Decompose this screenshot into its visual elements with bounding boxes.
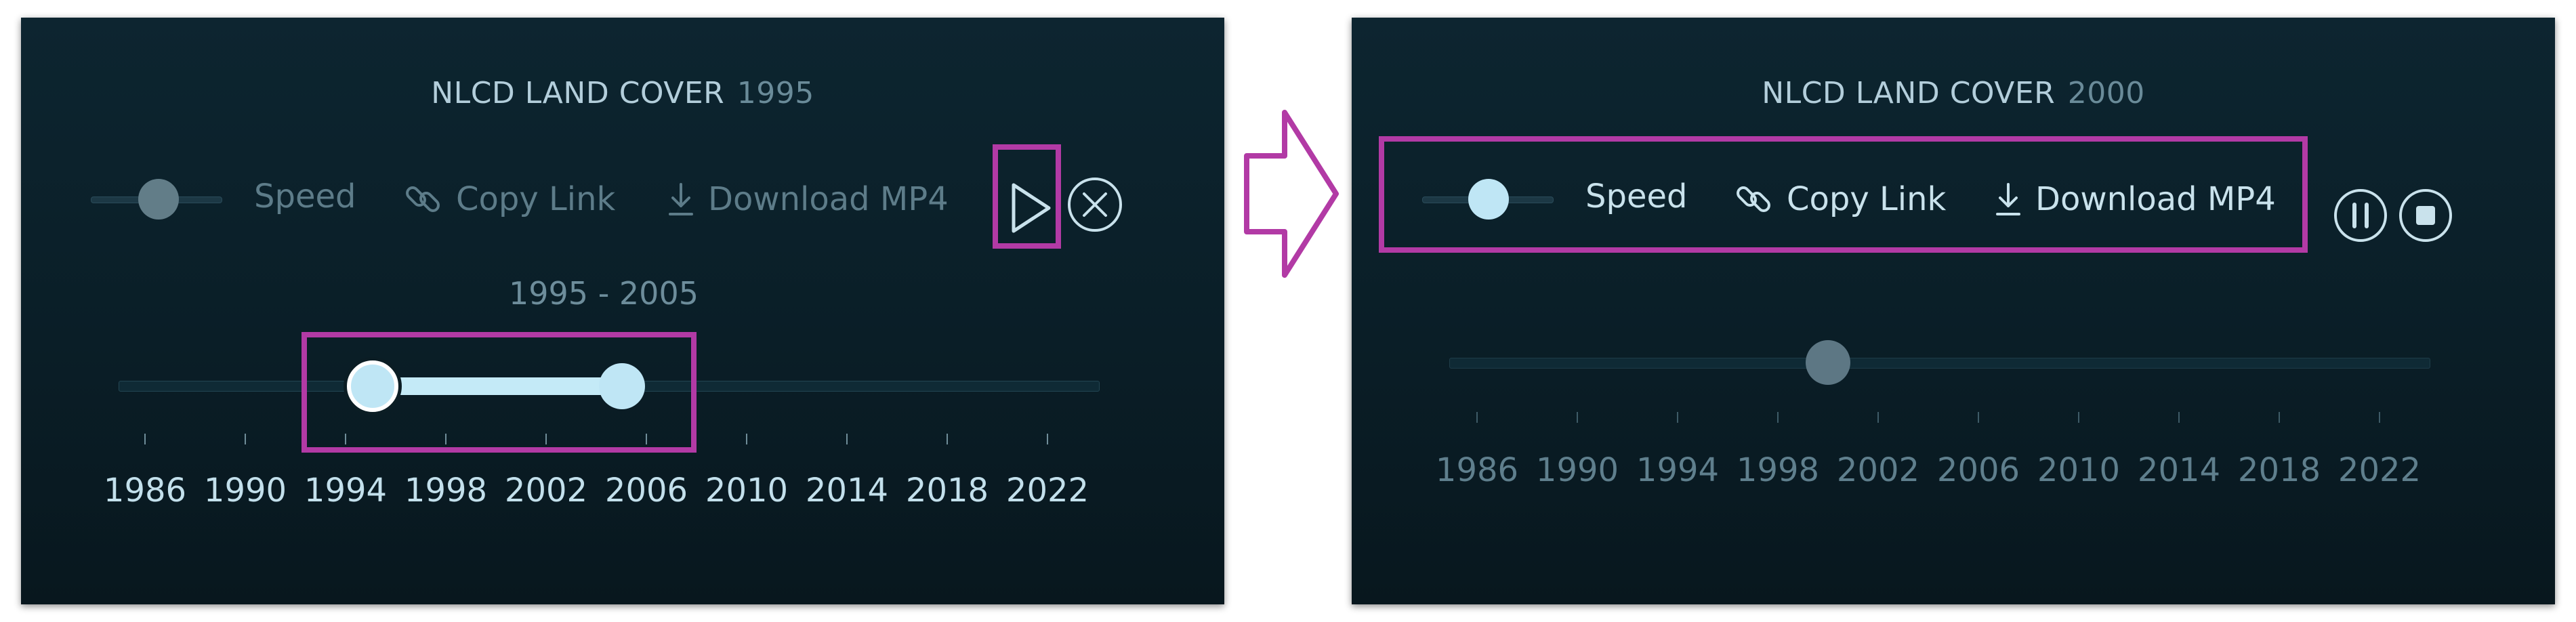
tick-label-2002: 2002 — [1836, 451, 1920, 489]
tick-label-1998: 1998 — [1736, 451, 1820, 489]
stop-circle-icon[interactable] — [2397, 187, 2454, 244]
title-text: NLCD LAND COVER — [431, 76, 725, 110]
tick-label-2014: 2014 — [2137, 451, 2221, 489]
tick-mark — [2379, 412, 2380, 423]
tick-mark — [545, 434, 547, 444]
link-icon — [406, 186, 440, 212]
tick-mark — [2078, 412, 2079, 423]
copy-link-text: Copy Link — [456, 180, 616, 218]
tick-label-1990: 1990 — [1535, 451, 1619, 489]
tick-label-2022: 2022 — [2338, 451, 2422, 489]
timeline-panel-after: NLCD LAND COVER 2000 Speed Copy Link Dow… — [1352, 18, 2555, 604]
tick-label-2010: 2010 — [705, 472, 789, 510]
tick-label-1994: 1994 — [304, 472, 388, 510]
tick-mark — [144, 434, 146, 444]
panel-title: NLCD LAND COVER 2000 — [1352, 76, 2555, 110]
download-text: Download MP4 — [708, 180, 949, 218]
close-circle-icon[interactable] — [1065, 175, 1125, 234]
tick-label-2010: 2010 — [2037, 451, 2121, 489]
tick-mark — [245, 434, 246, 444]
speed-label[interactable]: Speed — [254, 178, 356, 215]
tick-label-2014: 2014 — [805, 472, 889, 510]
tick-mark — [746, 434, 747, 444]
tick-mark — [1877, 412, 1879, 423]
tick-label-2018: 2018 — [905, 472, 989, 510]
controls-highlight — [1379, 136, 2308, 253]
tick-mark — [345, 434, 346, 444]
range-slider-highlight — [302, 332, 697, 453]
tick-label-1986: 1986 — [1435, 451, 1519, 489]
tick-mark — [646, 434, 647, 444]
tick-label-1994: 1994 — [1636, 451, 1720, 489]
tick-mark — [1577, 412, 1578, 423]
title-year: 2000 — [2067, 76, 2145, 110]
panel-title: NLCD LAND COVER 1995 — [21, 76, 1224, 110]
tick-label-2006: 2006 — [604, 472, 688, 510]
speed-text: Speed — [254, 178, 356, 215]
tick-label-1990: 1990 — [203, 472, 287, 510]
download-icon — [669, 183, 693, 215]
timeline-panel-before: NLCD LAND COVER 1995 Speed Copy Link Dow… — [21, 18, 1224, 604]
tick-mark — [2279, 412, 2280, 423]
tick-mark — [846, 434, 848, 444]
tick-label-2022: 2022 — [1005, 472, 1089, 510]
tick-mark — [947, 434, 948, 444]
pause-circle-icon[interactable] — [2332, 187, 2389, 244]
tick-mark — [445, 434, 446, 444]
tick-mark — [1777, 412, 1779, 423]
transition-arrow-icon — [1244, 110, 1339, 278]
download-mp4-button[interactable]: Download MP4 — [665, 178, 949, 221]
title-text: NLCD LAND COVER — [1762, 76, 2056, 110]
tick-label-2002: 2002 — [504, 472, 588, 510]
tick-label-2006: 2006 — [1936, 451, 2020, 489]
time-slider-track[interactable] — [1449, 358, 2430, 369]
tick-label-2018: 2018 — [2237, 451, 2321, 489]
tick-label-1998: 1998 — [404, 472, 488, 510]
tick-mark — [2178, 412, 2180, 423]
speed-slider-knob[interactable] — [138, 179, 179, 220]
tick-mark — [1476, 412, 1478, 423]
tick-label-1986: 1986 — [103, 472, 187, 510]
range-label: 1995 - 2005 — [509, 275, 699, 312]
title-year: 1995 — [736, 76, 814, 110]
copy-link-button[interactable]: Copy Link — [402, 178, 615, 221]
time-slider-knob[interactable] — [1806, 340, 1850, 385]
play-button-highlight — [993, 144, 1061, 249]
tick-mark — [1978, 412, 1979, 423]
tick-mark — [1677, 412, 1678, 423]
tick-mark — [1047, 434, 1048, 444]
